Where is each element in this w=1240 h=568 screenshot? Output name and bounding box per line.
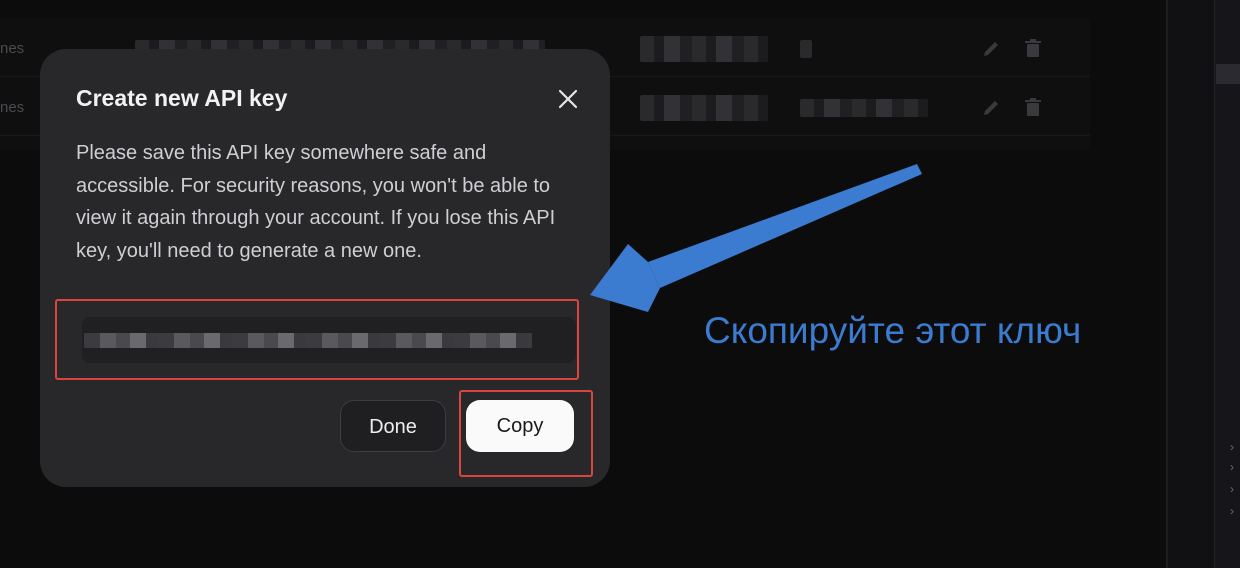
pencil-icon[interactable] (980, 97, 1002, 119)
side-scroll-column (1214, 0, 1240, 568)
chevron-right-icon[interactable]: › (1230, 482, 1234, 496)
side-highlight (1216, 64, 1240, 84)
redacted-usage (800, 40, 812, 58)
highlight-key-box (55, 299, 579, 380)
redacted-usage (800, 99, 928, 117)
dialog-description: Please save this API key somewhere safe … (76, 142, 556, 262)
redacted-date (640, 36, 768, 62)
annotation-arrow (590, 164, 922, 312)
chevron-right-icon[interactable]: › (1230, 504, 1234, 518)
highlight-copy-box (459, 390, 593, 477)
pencil-icon[interactable] (980, 38, 1002, 60)
annotation-text: Скопируйте этот ключ (704, 310, 1082, 351)
key-name: nes (0, 99, 25, 116)
chevron-right-icon[interactable]: › (1230, 460, 1234, 474)
done-button[interactable]: Done (340, 400, 446, 452)
close-icon[interactable] (555, 86, 581, 112)
trash-icon[interactable] (1022, 97, 1044, 119)
redacted-date (640, 95, 768, 121)
dialog-title: Create new API key (76, 85, 288, 111)
chevron-right-icon[interactable]: › (1230, 440, 1234, 454)
trash-icon[interactable] (1022, 38, 1044, 60)
key-name: nes (0, 40, 25, 57)
